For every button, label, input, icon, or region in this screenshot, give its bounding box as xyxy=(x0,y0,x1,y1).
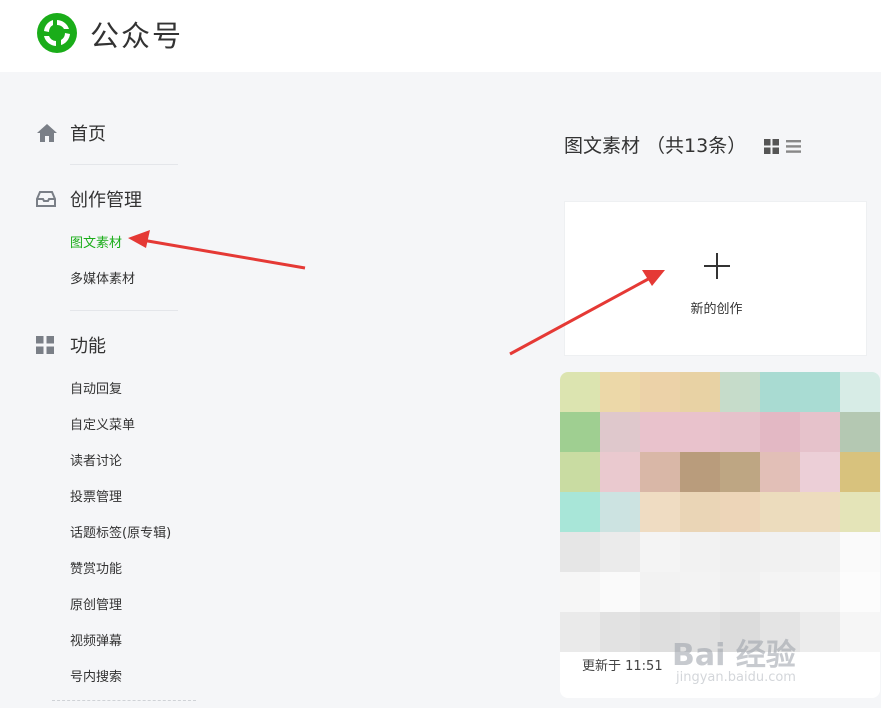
mosaic-tile xyxy=(800,532,840,572)
sidebar-item-topic-tags[interactable]: 话题标签(原专辑) xyxy=(70,522,171,541)
mosaic-tile xyxy=(600,612,640,652)
mosaic-tile xyxy=(600,492,640,532)
watermark: Bai 经验 jingyan.baidu.com xyxy=(672,612,842,692)
divider xyxy=(52,700,196,701)
sidebar-item-label: 功能 xyxy=(70,336,106,357)
article-updated-time: 更新于 11:51 xyxy=(582,659,663,674)
mosaic-tile xyxy=(720,492,760,532)
mosaic-tile xyxy=(760,372,800,412)
mosaic-tile xyxy=(560,612,600,652)
mosaic-tile xyxy=(800,372,840,412)
mosaic-tile xyxy=(640,532,680,572)
mosaic-tile xyxy=(800,412,840,452)
mosaic-tile xyxy=(640,412,680,452)
view-toggle[interactable] xyxy=(764,138,802,154)
mosaic-tile xyxy=(680,412,720,452)
mosaic-tile xyxy=(840,372,880,412)
new-creation-label: 新的创作 xyxy=(690,302,743,317)
mosaic-tile xyxy=(600,372,640,412)
annotation-arrow-left xyxy=(128,230,306,270)
sidebar-item-creation[interactable]: 创作管理 xyxy=(36,186,142,212)
mosaic-tile xyxy=(720,452,760,492)
mosaic-tile xyxy=(760,532,800,572)
top-bar: 公众号 xyxy=(0,0,881,72)
mosaic-tile xyxy=(560,452,600,492)
mosaic-tile xyxy=(760,492,800,532)
plus-icon xyxy=(704,253,730,279)
mosaic-tile xyxy=(680,452,720,492)
mosaic-tile xyxy=(600,532,640,572)
article-cover-image xyxy=(560,372,880,652)
sidebar-item-label: 首页 xyxy=(70,124,106,145)
mosaic-tile xyxy=(720,572,760,612)
sidebar-item-features[interactable]: 功能 xyxy=(36,332,106,358)
mosaic-tile xyxy=(560,572,600,612)
sidebar-item-reward[interactable]: 赞赏功能 xyxy=(70,558,122,577)
mosaic-tile xyxy=(560,412,600,452)
app-title: 公众号 xyxy=(90,19,184,53)
mosaic-tile xyxy=(840,612,880,652)
new-creation-card[interactable]: 新的创作 xyxy=(564,201,867,356)
mosaic-tile xyxy=(840,532,880,572)
mosaic-tile xyxy=(640,452,680,492)
mosaic-tile xyxy=(840,572,880,612)
mosaic-tile xyxy=(800,572,840,612)
watermark-site: jingyan.baidu.com xyxy=(676,670,796,685)
mosaic-tile xyxy=(600,452,640,492)
mosaic-tile xyxy=(720,372,760,412)
mosaic-tile xyxy=(760,452,800,492)
mosaic-tile xyxy=(680,372,720,412)
sidebar-item-media-material[interactable]: 多媒体素材 xyxy=(70,268,135,287)
mosaic-tile xyxy=(640,572,680,612)
divider xyxy=(70,164,178,165)
mosaic-tile xyxy=(560,372,600,412)
mosaic-tile xyxy=(800,492,840,532)
mosaic-tile xyxy=(760,412,800,452)
mosaic-tile xyxy=(720,532,760,572)
sidebar-item-video-danmaku[interactable]: 视频弹幕 xyxy=(70,630,122,649)
sidebar-item-vote-management[interactable]: 投票管理 xyxy=(70,486,122,505)
mosaic-tile xyxy=(640,372,680,412)
card-view-icon[interactable] xyxy=(764,139,779,154)
mosaic-tile xyxy=(600,412,640,452)
mosaic-tile xyxy=(840,492,880,532)
mosaic-tile xyxy=(800,452,840,492)
mosaic-tile xyxy=(560,492,600,532)
sidebar-item-home[interactable]: 首页 xyxy=(36,120,106,146)
home-icon xyxy=(36,122,58,144)
sidebar-item-custom-menu[interactable]: 自定义菜单 xyxy=(70,414,135,433)
sidebar-item-auto-reply[interactable]: 自动回复 xyxy=(70,378,122,397)
watermark-brand: Bai 经验 xyxy=(672,638,796,673)
mosaic-tile xyxy=(720,412,760,452)
sidebar-item-account-search[interactable]: 号内搜索 xyxy=(70,666,122,685)
mosaic-tile xyxy=(840,452,880,492)
mosaic-tile xyxy=(760,572,800,612)
list-view-icon[interactable] xyxy=(786,140,801,153)
mosaic-tile xyxy=(640,492,680,532)
mosaic-tile xyxy=(680,572,720,612)
sidebar-item-reader-discussion[interactable]: 读者讨论 xyxy=(70,450,122,469)
sidebar-item-original[interactable]: 原创管理 xyxy=(70,594,122,613)
inbox-icon xyxy=(36,188,58,210)
mosaic-tile xyxy=(560,532,600,572)
mosaic-tile xyxy=(680,532,720,572)
sidebar-item-label: 创作管理 xyxy=(70,190,142,211)
page-title: 图文素材 （共13条） xyxy=(564,135,747,157)
grid-icon xyxy=(36,334,58,356)
mosaic-tile xyxy=(600,572,640,612)
divider xyxy=(70,310,178,311)
mosaic-tile xyxy=(680,492,720,532)
mosaic-tile xyxy=(840,412,880,452)
sidebar-item-graphic-material[interactable]: 图文素材 xyxy=(70,232,122,251)
logo-icon[interactable] xyxy=(36,12,78,54)
